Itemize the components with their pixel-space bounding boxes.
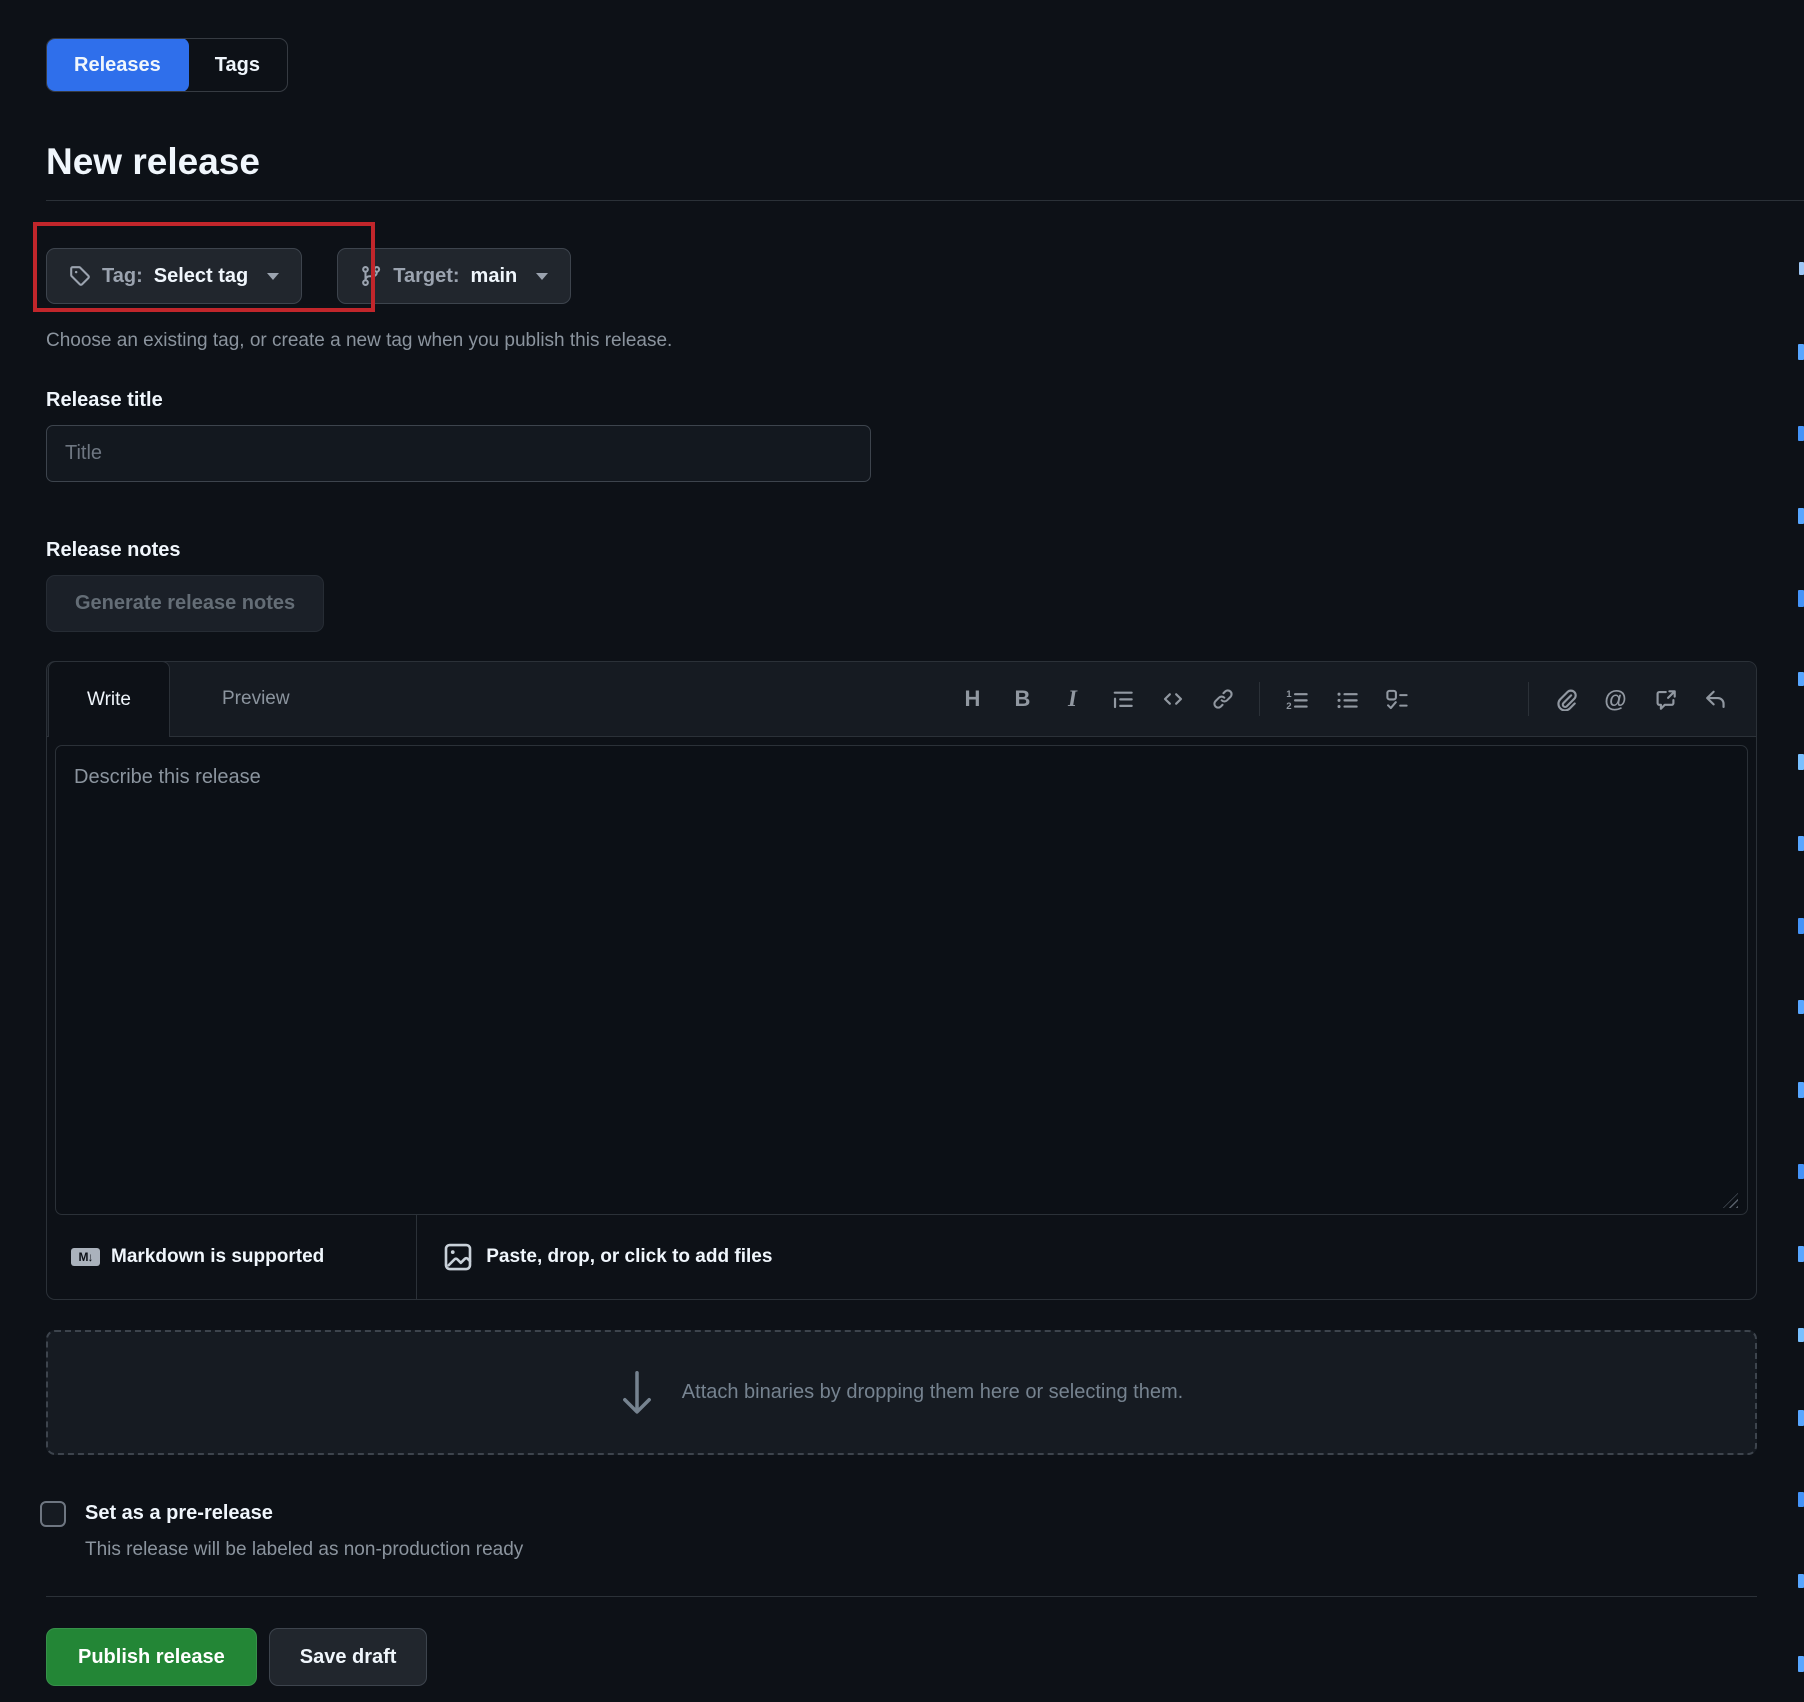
markdown-toolbar: H B I xyxy=(950,662,1756,736)
target-selected-value: main xyxy=(471,265,518,288)
unordered-list-icon[interactable] xyxy=(1324,677,1369,722)
publish-release-button[interactable]: Publish release xyxy=(46,1628,257,1686)
add-files-label: Paste, drop, or click to add files xyxy=(486,1246,772,1268)
actions-divider xyxy=(46,1596,1757,1597)
form-actions: Publish release Save draft xyxy=(46,1628,1757,1686)
editor-body: M↓ Markdown is supported Paste, drop, or… xyxy=(47,737,1756,1299)
tag-helper-text: Choose an existing tag, or create a new … xyxy=(46,330,1757,352)
target-prefix-label: Target: xyxy=(393,265,459,288)
tag-selected-value: Select tag xyxy=(154,265,248,288)
generate-release-notes-button[interactable]: Generate release notes xyxy=(46,575,324,632)
tag-prefix-label: Tag: xyxy=(102,265,143,288)
chevron-down-icon xyxy=(536,273,548,280)
releases-tags-switcher: Releases Tags xyxy=(46,38,288,92)
code-icon[interactable] xyxy=(1150,677,1195,722)
release-title-label: Release title xyxy=(46,388,1757,412)
editor-footer: M↓ Markdown is supported Paste, drop, or… xyxy=(55,1215,1748,1299)
attach-binaries-dropzone[interactable]: Attach binaries by dropping them here or… xyxy=(46,1330,1757,1455)
releases-tab[interactable]: Releases xyxy=(46,38,189,92)
mention-icon[interactable]: @ xyxy=(1593,677,1638,722)
toolbar-separator xyxy=(1528,682,1529,716)
release-notes-label: Release notes xyxy=(46,538,1757,562)
link-icon[interactable] xyxy=(1200,677,1245,722)
tab-preview[interactable]: Preview xyxy=(182,662,330,736)
tab-write[interactable]: Write xyxy=(48,661,170,737)
markdown-supported-label: Markdown is supported xyxy=(111,1246,324,1268)
release-description-textarea[interactable] xyxy=(55,745,1748,1215)
tag-target-row: Tag: Select tag Target: main xyxy=(46,248,1757,304)
chevron-down-icon xyxy=(267,273,279,280)
task-list-icon[interactable] xyxy=(1374,677,1419,722)
release-notes-editor: Write Preview H B I xyxy=(46,661,1757,1300)
attach-binaries-message: Attach binaries by dropping them here or… xyxy=(682,1381,1183,1404)
release-title-input[interactable] xyxy=(46,425,871,482)
markdown-icon: M↓ xyxy=(71,1248,100,1266)
attach-file-icon[interactable] xyxy=(1543,677,1588,722)
ordered-list-icon[interactable]: 1 2 xyxy=(1274,677,1319,722)
prerelease-option: Set as a pre-release This release will b… xyxy=(46,1500,1757,1562)
tag-select-button[interactable]: Tag: Select tag xyxy=(46,248,302,304)
page-title: New release xyxy=(46,140,1757,184)
tags-tab[interactable]: Tags xyxy=(188,39,287,91)
header-divider xyxy=(46,200,1804,201)
svg-text:2: 2 xyxy=(1286,701,1291,710)
download-arrow-icon xyxy=(620,1370,654,1416)
svg-text:1: 1 xyxy=(1286,689,1292,700)
markdown-supported-link[interactable]: M↓ Markdown is supported xyxy=(71,1246,324,1268)
toolbar-separator xyxy=(1259,682,1260,716)
prerelease-label[interactable]: Set as a pre-release xyxy=(85,1500,523,1526)
prerelease-checkbox[interactable] xyxy=(40,1501,66,1527)
new-release-form: Releases Tags New release Tag: Select ta… xyxy=(46,0,1757,1686)
quote-icon[interactable] xyxy=(1100,677,1145,722)
add-files-button[interactable]: Paste, drop, or click to add files xyxy=(443,1242,772,1272)
image-icon xyxy=(443,1242,473,1272)
target-select-button[interactable]: Target: main xyxy=(337,248,571,304)
bold-icon[interactable]: B xyxy=(1000,677,1045,722)
tag-icon xyxy=(69,265,91,287)
save-draft-button[interactable]: Save draft xyxy=(269,1628,428,1686)
git-branch-icon xyxy=(360,265,382,287)
reply-icon[interactable] xyxy=(1693,677,1738,722)
heading-icon[interactable]: H xyxy=(950,677,995,722)
footer-separator xyxy=(416,1215,417,1299)
cross-reference-icon[interactable] xyxy=(1643,677,1688,722)
editor-tab-bar: Write Preview H B I xyxy=(47,662,1756,737)
italic-icon[interactable]: I xyxy=(1050,677,1095,722)
prerelease-helper-text: This release will be labeled as non-prod… xyxy=(85,1538,523,1562)
